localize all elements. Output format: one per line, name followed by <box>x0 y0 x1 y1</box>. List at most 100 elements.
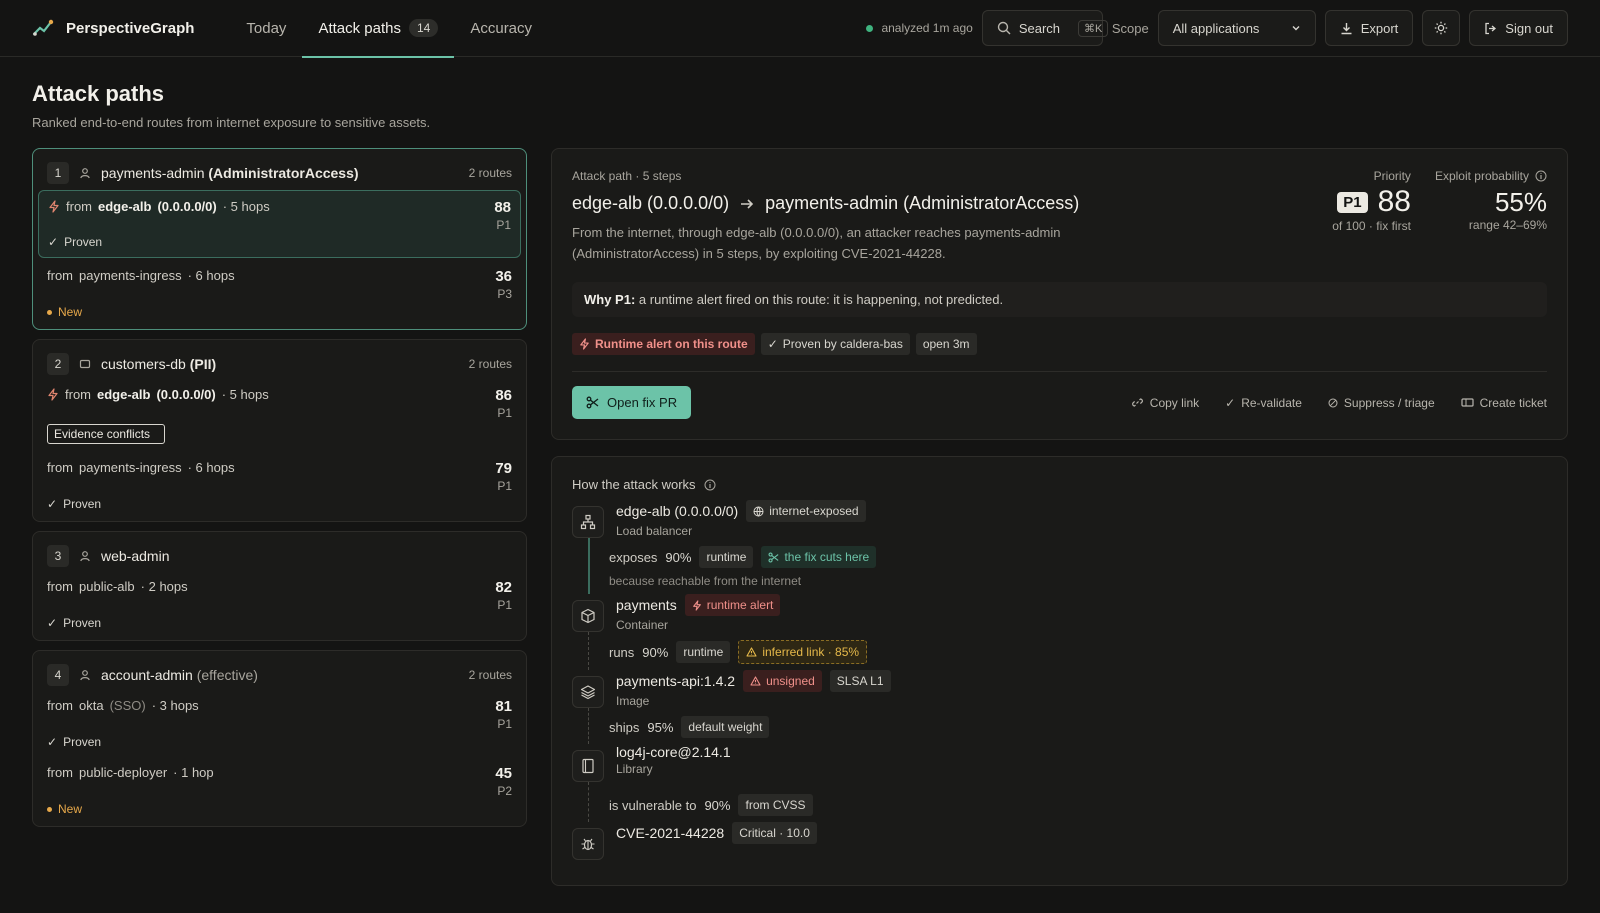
sun-icon <box>1434 21 1448 35</box>
path-card-2[interactable]: 2 customers-db (PII) 2 routes from edge-… <box>32 339 527 522</box>
severity-chip: Critical · 10.0 <box>732 822 817 844</box>
route-item[interactable]: from public-alb · 2 hops ✓ Proven 82 P1 <box>47 569 512 630</box>
route-score: 86 <box>495 387 512 404</box>
nav-attack-paths[interactable]: Attack paths 14 <box>302 0 455 58</box>
path-target: payments-admin (AdministratorAccess) <box>101 165 359 181</box>
ticket-icon <box>1461 397 1474 408</box>
path-target: customers-db (PII) <box>101 356 216 372</box>
route-priority: P1 <box>497 598 512 612</box>
exploit-range: range 42–69% <box>1468 218 1547 232</box>
attack-step[interactable]: payments runtime alert Container <box>572 594 1547 632</box>
route-item[interactable]: from public-deployer · 1 hop New 45 P2 <box>47 749 512 816</box>
copy-link-label: Copy link <box>1149 395 1200 410</box>
route-prefix: from <box>47 765 73 780</box>
new-tag: New <box>47 305 235 319</box>
edge-probability: 90% <box>665 549 692 565</box>
check-icon: ✓ <box>48 235 59 249</box>
edge-probability: 90% <box>642 644 669 660</box>
route-prefix: from <box>47 579 73 594</box>
path-detail-panel: Attack path · 5 steps edge-alb (0.0.0.0/… <box>551 148 1568 440</box>
edge-source-chip: default weight <box>681 716 770 738</box>
path-source: edge-alb (0.0.0.0/0) <box>572 193 730 213</box>
route-count: 2 routes <box>468 166 512 180</box>
rank-badge: 3 <box>47 545 69 567</box>
link-icon <box>1131 396 1144 409</box>
route-item[interactable]: from payments-ingress · 6 hops New 36 P3 <box>47 258 512 319</box>
create-ticket-label: Create ticket <box>1479 395 1547 410</box>
edge-probability: 90% <box>704 797 731 813</box>
nav-count-badge: 14 <box>408 19 439 37</box>
unsigned-chip: unsigned <box>743 670 822 692</box>
step-name: payments-api:1.4.2 <box>616 673 736 689</box>
check-icon: ✓ <box>1225 395 1236 410</box>
revalidate-label: Re-validate <box>1241 395 1302 410</box>
attack-step[interactable]: log4j-core@2.14.1 Library <box>572 744 1547 782</box>
step-name: log4j-core@2.14.1 <box>616 744 731 760</box>
rank-badge: 4 <box>47 664 69 686</box>
nav-today[interactable]: Today <box>230 0 302 57</box>
network-icon <box>572 506 604 538</box>
scope-select[interactable]: All applications <box>1157 10 1316 46</box>
route-prefix: from <box>65 387 91 402</box>
route-hops: · 5 hops <box>221 387 269 402</box>
priority-label: Priority <box>1373 169 1411 183</box>
proven-by-chip: ✓ Proven by caldera-bas <box>760 333 910 355</box>
route-score: 79 <box>495 460 512 477</box>
tag-label: New <box>58 802 83 816</box>
route-hops: · 2 hops <box>140 579 188 594</box>
database-icon <box>79 358 91 370</box>
page-subtitle: Ranked end-to-end routes from internet e… <box>32 115 431 130</box>
rank-badge: 1 <box>47 162 69 184</box>
attack-step[interactable]: CVE-2021-44228 Critical · 10.0 <box>572 822 1547 860</box>
search-button[interactable]: Search ⌘K <box>981 10 1109 46</box>
path-route-title: edge-alb (0.0.0.0/0) payments-admin (Adm… <box>572 193 1332 214</box>
route-prefix: from <box>47 460 73 475</box>
path-card-3[interactable]: 3 web-admin from public-alb · 2 hops ✓ Prov… <box>32 531 527 641</box>
theme-toggle[interactable] <box>1422 10 1461 46</box>
bolt-icon <box>579 338 590 350</box>
copy-link-button[interactable]: Copy link <box>1131 396 1199 410</box>
nav-accuracy-label: Accuracy <box>470 19 533 37</box>
info-icon[interactable] <box>1535 170 1547 182</box>
priority-note: of 100 · fix first <box>1332 219 1411 233</box>
target-qualifier: (PII) <box>189 356 217 372</box>
suppress-triage-button[interactable]: Suppress / triage <box>1328 396 1435 410</box>
page-title: Attack paths <box>32 81 165 106</box>
tag-label: Proven <box>63 497 102 511</box>
create-ticket-button[interactable]: Create ticket <box>1461 396 1547 410</box>
how-title: How the attack works <box>572 477 696 492</box>
suppress-label: Suppress / triage <box>1343 395 1435 410</box>
brand[interactable]: PerspectiveGraph <box>32 17 194 39</box>
nav-attack-paths-label: Attack paths <box>318 19 401 37</box>
edge-source-chip: runtime <box>676 641 731 663</box>
revalidate-button[interactable]: ✓ Re-validate <box>1225 396 1302 410</box>
open-fix-pr-button[interactable]: Open fix PR <box>572 386 692 419</box>
attack-step[interactable]: payments-api:1.4.2 unsigned SLSA L1 Image <box>572 670 1547 708</box>
route-item[interactable]: from okta (SSO) · 3 hops ✓ Proven 81 P1 <box>47 688 512 749</box>
info-icon[interactable] <box>704 479 716 491</box>
attack-step[interactable]: edge-alb (0.0.0.0/0) internet-exposed Loa… <box>572 500 1547 538</box>
edge-source-chip: runtime <box>699 546 754 568</box>
route-count: 2 routes <box>468 668 512 682</box>
edge-verb: exposes <box>609 549 658 565</box>
route-item[interactable]: from payments-ingress · 6 hops ✓ Proven 79 P… <box>47 444 512 511</box>
why-text: a runtime alert fired on this route: it … <box>638 292 1004 307</box>
slsa-chip: SLSA L1 <box>829 670 891 692</box>
target-qualifier: (AdministratorAccess) <box>208 165 359 181</box>
nav-accuracy[interactable]: Accuracy <box>454 0 548 57</box>
target-name: customers-db <box>101 356 186 372</box>
route-source-qualifier: (0.0.0.0/0) <box>157 199 217 214</box>
step-name: CVE-2021-44228 <box>616 825 725 841</box>
route-item[interactable]: from edge-alb (0.0.0.0/0) · 5 hops Eviden… <box>47 377 512 444</box>
route-item-selected[interactable]: from edge-alb (0.0.0.0/0) · 5 hops ✓ Prove… <box>38 190 521 258</box>
search-shortcut: ⌘K <box>1078 19 1109 37</box>
step-name: edge-alb (0.0.0.0/0) <box>616 503 739 519</box>
path-card-1[interactable]: 1 payments-admin (AdministratorAccess) 2… <box>32 148 527 330</box>
proven-tag: ✓ Proven <box>47 735 199 749</box>
export-button[interactable]: Export <box>1324 10 1414 46</box>
exploit-metric: Exploit probability 55% range 42–69% <box>1435 169 1547 264</box>
sign-out-button[interactable]: Sign out <box>1469 10 1568 46</box>
attack-edge: exposes 90% runtime the fix cuts here becau… <box>588 538 1547 594</box>
chip-label: unsigned <box>766 674 815 688</box>
path-card-4[interactable]: 4 account-admin (effective) 2 routes fro… <box>32 650 527 827</box>
